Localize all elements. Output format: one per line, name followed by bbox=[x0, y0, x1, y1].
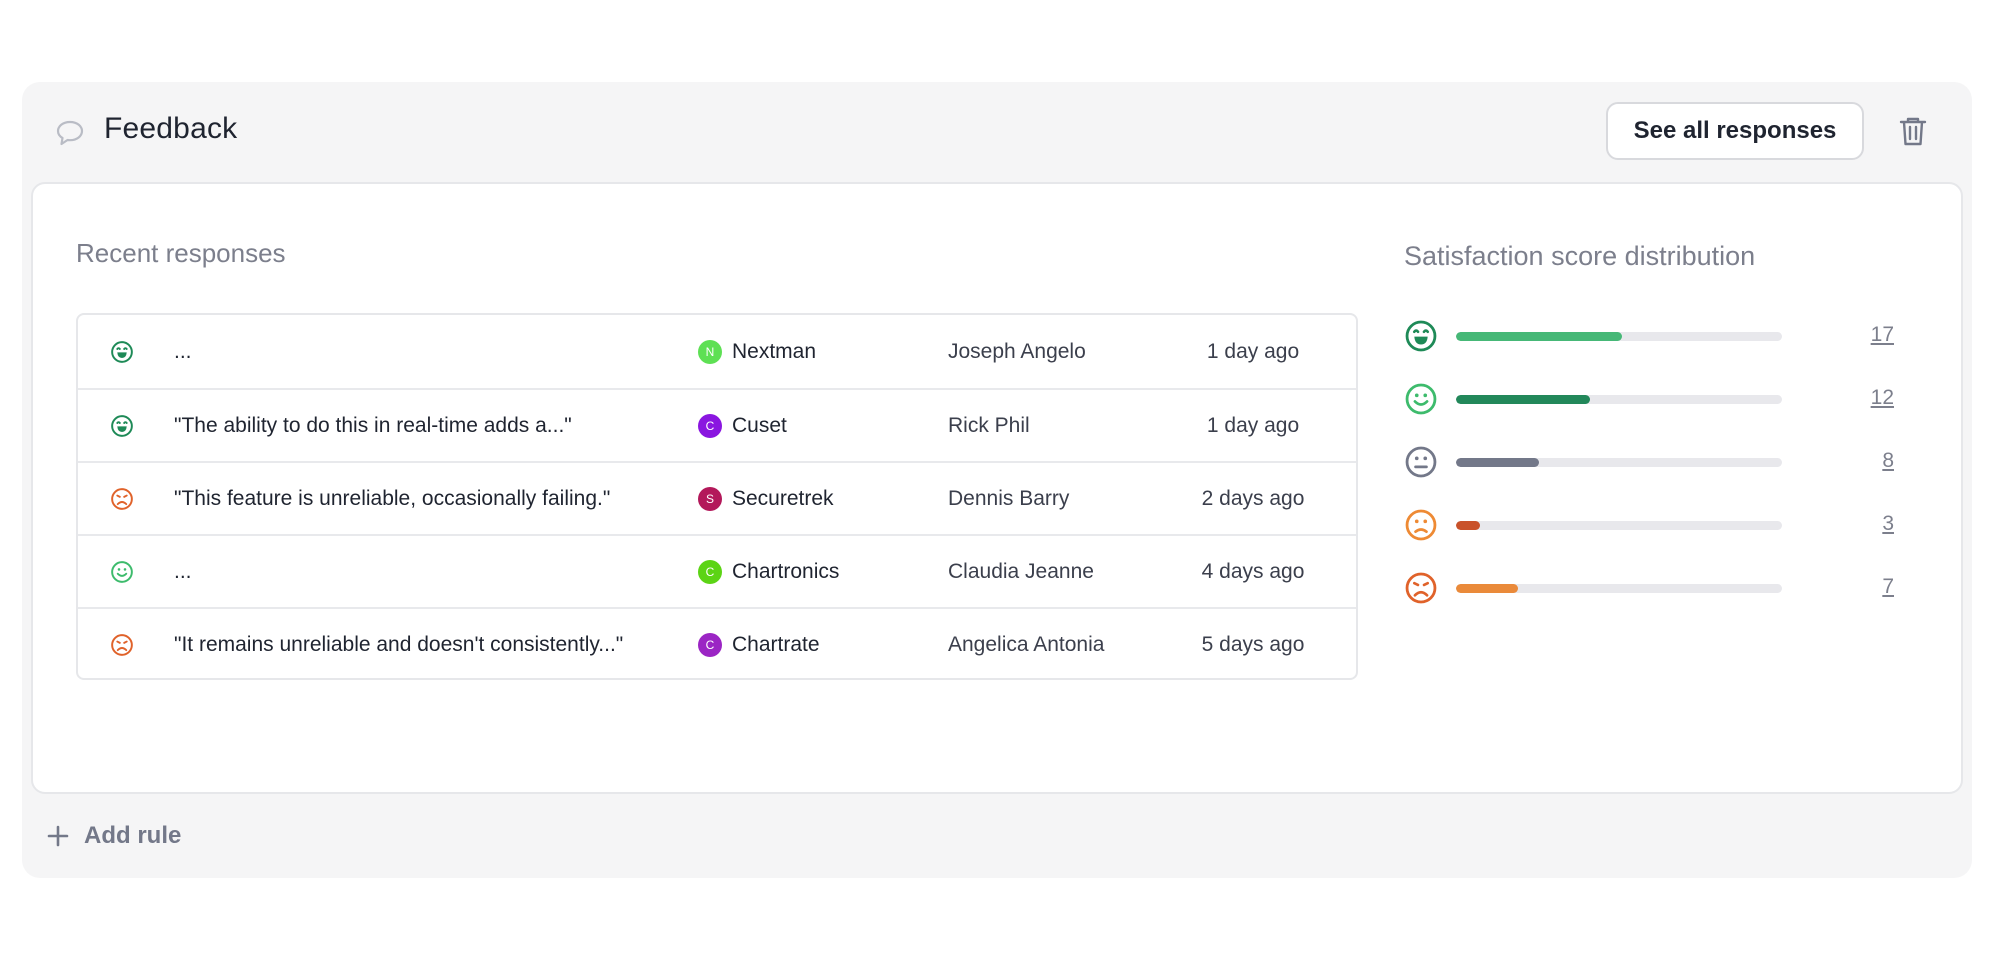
person-name: Rick Phil bbox=[948, 413, 1030, 437]
very-sad-face-icon bbox=[102, 609, 142, 678]
happy-face-icon bbox=[102, 536, 142, 607]
speech-bubble-icon bbox=[55, 118, 85, 148]
response-quote: "This feature is unreliable, occasionall… bbox=[174, 486, 611, 510]
distribution-bar-fill bbox=[1456, 458, 1540, 467]
response-time: 1 day ago bbox=[1206, 413, 1300, 437]
very-happy-face-icon bbox=[1404, 319, 1438, 353]
company-avatar: S bbox=[698, 486, 722, 511]
response-time: 4 days ago bbox=[1201, 559, 1305, 583]
distribution-bar-fill bbox=[1456, 584, 1518, 593]
company-avatar: C bbox=[698, 632, 722, 657]
table-row[interactable]: ... N Nextman Joseph Angelo 1 day ago bbox=[78, 315, 1356, 388]
distribution-bar-track bbox=[1456, 332, 1782, 341]
company-name: Chartrate bbox=[732, 632, 820, 656]
distribution-bar-track bbox=[1456, 458, 1782, 467]
response-quote: ... bbox=[174, 559, 192, 583]
see-all-responses-button[interactable]: See all responses bbox=[1606, 102, 1864, 160]
distribution-bar-fill bbox=[1456, 395, 1590, 404]
distribution-row: 3 bbox=[1404, 506, 1904, 546]
feedback-widget: Feedback See all responses Recent respon… bbox=[22, 82, 1972, 878]
very-sad-face-icon bbox=[1404, 571, 1438, 605]
very-happy-face-icon bbox=[102, 315, 142, 388]
distribution-bar-fill bbox=[1456, 521, 1481, 530]
add-rule-button[interactable]: Add rule bbox=[46, 816, 181, 856]
person-name: Claudia Jeanne bbox=[948, 559, 1094, 583]
widget-header: Feedback See all responses bbox=[22, 82, 1972, 182]
company-cell: C Chartrate bbox=[698, 609, 820, 678]
distribution-row: 12 bbox=[1404, 380, 1904, 420]
company-name: Securetrek bbox=[732, 486, 834, 510]
table-row[interactable]: "This feature is unreliable, occasionall… bbox=[78, 461, 1356, 534]
person-name: Joseph Angelo bbox=[948, 339, 1086, 363]
table-row[interactable]: "It remains unreliable and doesn't consi… bbox=[78, 607, 1356, 678]
distribution-row: 17 bbox=[1404, 317, 1904, 357]
feedback-card: Recent responses ... N Nextman Joseph Angel… bbox=[31, 182, 1963, 794]
company-name: Cuset bbox=[732, 413, 787, 437]
distribution-count-link[interactable]: 17 bbox=[1871, 323, 1894, 347]
responses-table: ... N Nextman Joseph Angelo 1 day ago "The ab… bbox=[76, 313, 1358, 680]
distribution-bar-fill bbox=[1456, 332, 1623, 341]
response-quote: "It remains unreliable and doesn't consi… bbox=[174, 632, 624, 656]
distribution-bar-track bbox=[1456, 584, 1782, 593]
neutral-face-icon bbox=[1404, 445, 1438, 479]
company-avatar: N bbox=[698, 339, 722, 364]
add-rule-label: Add rule bbox=[84, 822, 182, 849]
response-time: 5 days ago bbox=[1201, 632, 1305, 656]
company-cell: S Securetrek bbox=[698, 463, 834, 534]
plus-icon bbox=[47, 825, 69, 847]
company-cell: C Chartronics bbox=[698, 536, 839, 607]
distribution-title: Satisfaction score distribution bbox=[1404, 241, 1756, 271]
distribution-count-link[interactable]: 7 bbox=[1882, 575, 1894, 599]
company-cell: C Cuset bbox=[698, 390, 787, 461]
response-quote: ... bbox=[174, 339, 192, 363]
widget-title: Feedback bbox=[104, 112, 238, 145]
distribution-count-link[interactable]: 12 bbox=[1871, 386, 1894, 410]
very-happy-face-icon bbox=[102, 390, 142, 461]
company-avatar: C bbox=[698, 559, 722, 584]
company-name: Chartronics bbox=[732, 559, 840, 583]
response-time: 2 days ago bbox=[1201, 486, 1305, 510]
happy-face-icon bbox=[1404, 382, 1438, 416]
company-name: Nextman bbox=[732, 339, 817, 363]
distribution-count-link[interactable]: 8 bbox=[1882, 449, 1894, 473]
table-row[interactable]: "The ability to do this in real-time add… bbox=[78, 388, 1356, 461]
distribution-bar-track bbox=[1456, 521, 1782, 530]
response-time: 1 day ago bbox=[1206, 339, 1300, 363]
distribution-row: 8 bbox=[1404, 443, 1904, 483]
distribution-count-link[interactable]: 3 bbox=[1882, 512, 1894, 536]
very-sad-face-icon bbox=[102, 463, 142, 534]
company-cell: N Nextman bbox=[698, 315, 816, 388]
table-row[interactable]: ... C Chartronics Claudia Jeanne 4 days ago bbox=[78, 534, 1356, 607]
distribution-bar-track bbox=[1456, 395, 1782, 404]
sad-face-icon bbox=[1404, 508, 1438, 542]
person-name: Dennis Barry bbox=[948, 486, 1070, 510]
company-avatar: C bbox=[698, 413, 722, 438]
distribution-row: 7 bbox=[1404, 569, 1904, 609]
response-quote: "The ability to do this in real-time add… bbox=[174, 413, 572, 437]
recent-responses-title: Recent responses bbox=[76, 238, 286, 268]
trash-icon[interactable] bbox=[1896, 114, 1930, 148]
person-name: Angelica Antonia bbox=[948, 632, 1105, 656]
